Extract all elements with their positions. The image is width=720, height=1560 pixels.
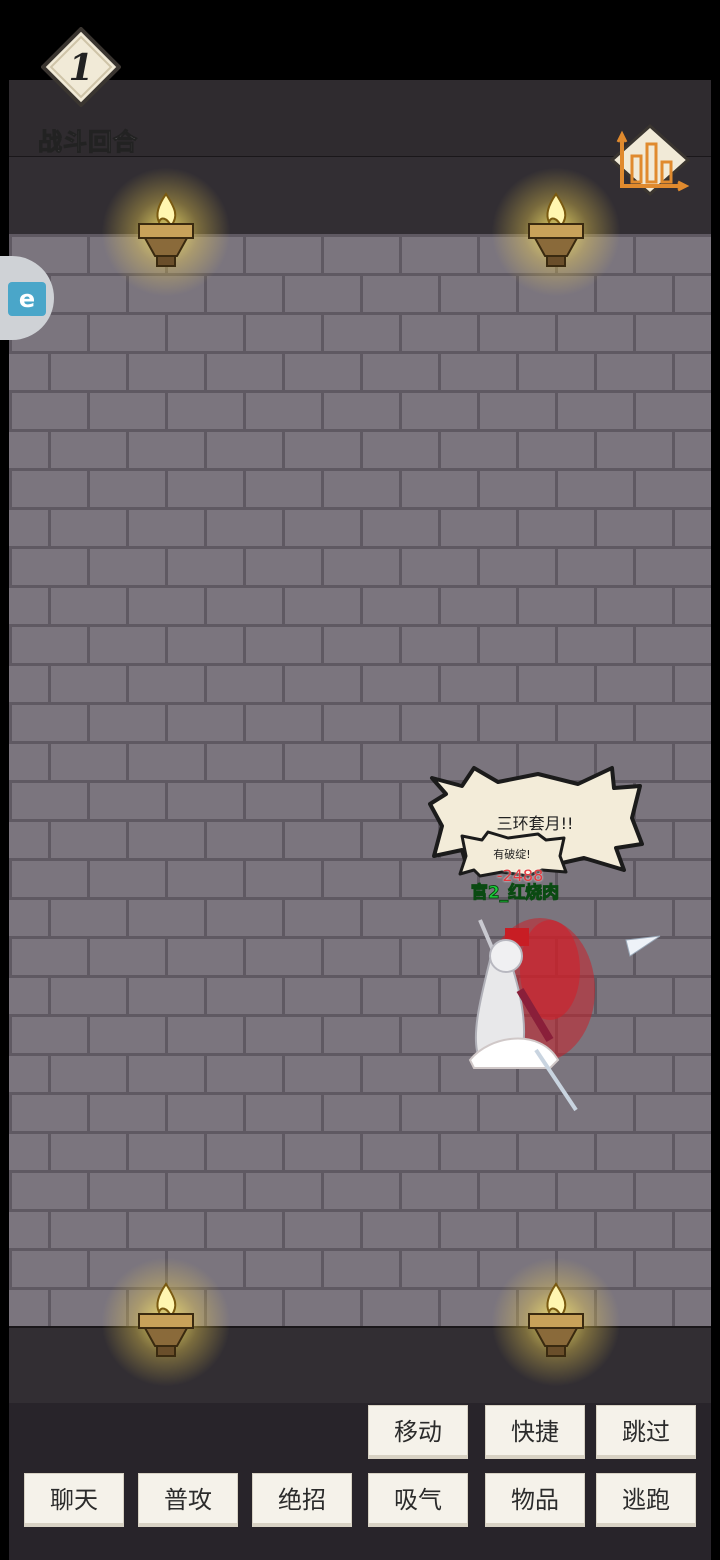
- brick-row: [9, 273, 711, 312]
- torch-icon: [101, 167, 231, 297]
- brick-row: [9, 468, 711, 507]
- brick-row: [9, 390, 711, 429]
- brick-row: [9, 663, 711, 702]
- skip-button[interactable]: 跳过: [596, 1405, 696, 1459]
- ultimate-button[interactable]: 绝招: [252, 1473, 352, 1527]
- brick-row: [9, 351, 711, 390]
- torch-icon: [491, 167, 621, 297]
- brick-row: [9, 546, 711, 585]
- side-tab-glyph: e: [8, 282, 46, 316]
- brick-row: [9, 507, 711, 546]
- hint-text: 有破绽!: [493, 848, 531, 861]
- round-badge: 1: [41, 27, 121, 107]
- player-character[interactable]: [450, 910, 670, 1120]
- chat-button[interactable]: 聊天: [24, 1473, 124, 1527]
- breathe-button[interactable]: 吸气: [368, 1473, 468, 1527]
- brick-row: [9, 1209, 711, 1248]
- brick-row: [9, 702, 711, 741]
- bar-chart-icon[interactable]: [606, 122, 692, 198]
- battle-screen: 1 战斗回合 e 三环套月!! 有破绽! -2488 官2_红烧肉 移动 快捷 …: [0, 0, 720, 1560]
- unit-name: 官2_红烧肉: [470, 883, 560, 904]
- flee-button[interactable]: 逃跑: [596, 1473, 696, 1527]
- move-button[interactable]: 移动: [368, 1405, 468, 1459]
- items-button[interactable]: 物品: [485, 1473, 585, 1527]
- torch-icon: [491, 1257, 621, 1387]
- round-label: 战斗回合: [38, 128, 138, 157]
- brick-row: [9, 624, 711, 663]
- attack-button[interactable]: 普攻: [138, 1473, 238, 1527]
- brick-row: [9, 1131, 711, 1170]
- brick-row: [9, 312, 711, 351]
- brick-row: [9, 429, 711, 468]
- brick-row: [9, 1170, 711, 1209]
- round-number: 1: [68, 47, 93, 89]
- brick-row: [9, 585, 711, 624]
- quick-button[interactable]: 快捷: [485, 1405, 585, 1459]
- torch-icon: [101, 1257, 231, 1387]
